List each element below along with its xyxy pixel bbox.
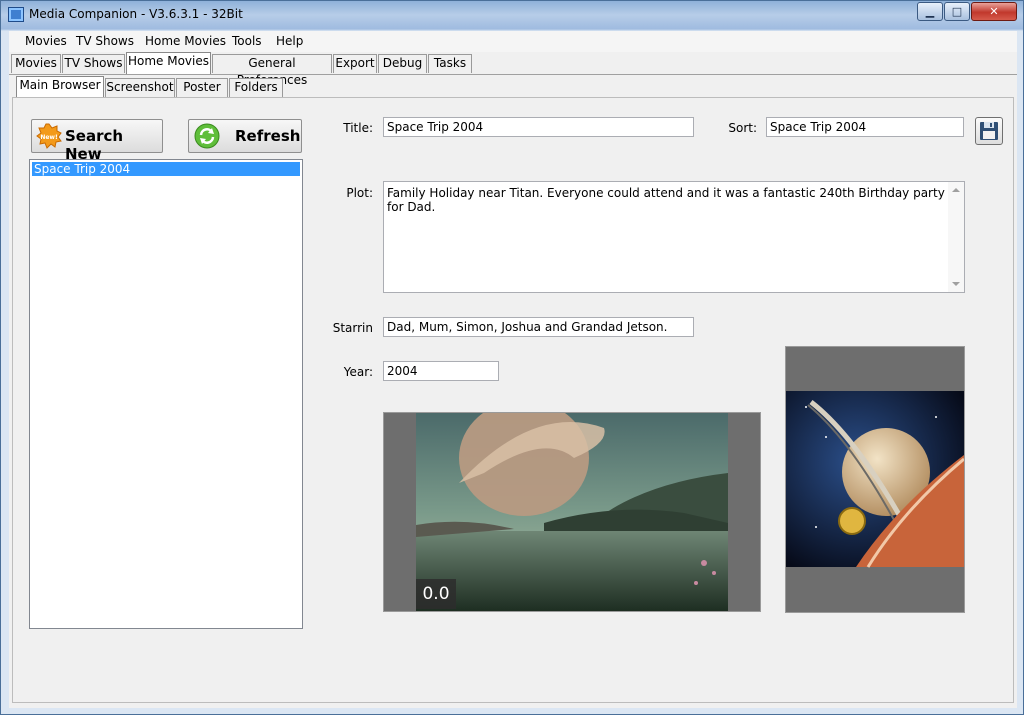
tab-home-movies[interactable]: Home Movies (126, 52, 211, 74)
tab-general-preferences[interactable]: General Preferences (212, 54, 332, 87)
plot-scrollbar[interactable] (948, 182, 964, 292)
close-button[interactable]: ✕ (971, 2, 1017, 21)
poster-image[interactable] (785, 346, 965, 613)
tab-main-browser[interactable]: Main Browser (16, 76, 104, 98)
search-new-button[interactable]: New! Search New (31, 119, 163, 163)
list-item[interactable]: Space Trip 2004 (32, 162, 300, 176)
sub-tabs: Main Browser Screenshot Poster Folders (12, 76, 1014, 98)
refresh-button[interactable]: Refresh (188, 119, 302, 153)
close-icon: ✕ (989, 5, 999, 18)
plot-textarea[interactable]: Family Holiday near Titan. Everyone coul… (383, 181, 965, 293)
minimize-button[interactable]: ▁ (917, 2, 943, 21)
title-field[interactable]: Space Trip 2004 (383, 117, 694, 137)
tab-export[interactable]: Export (333, 54, 377, 73)
refresh-icon (194, 123, 220, 149)
plot-text: Family Holiday near Titan. Everyone coul… (387, 186, 945, 214)
menu-tv-shows[interactable]: TV Shows (76, 34, 134, 48)
minimize-icon: ▁ (925, 5, 935, 18)
rating-badge: 0.0 (416, 579, 456, 609)
app-icon (8, 7, 24, 22)
tab-tasks[interactable]: Tasks (428, 54, 472, 73)
floppy-disk-icon (980, 122, 998, 140)
tab-movies[interactable]: Movies (11, 54, 61, 73)
sort-field[interactable]: Space Trip 2004 (766, 117, 964, 137)
new-badge-icon: New! (36, 123, 62, 149)
menu-bar: Movies TV Shows Home Movies Tools Help (9, 31, 1017, 52)
starrin-label: Starrin (332, 321, 373, 335)
app-window: Media Companion - V3.6.3.1 - 32Bit ▁ □ ✕… (0, 0, 1024, 715)
menu-home-movies[interactable]: Home Movies (145, 34, 226, 48)
client-area: Movies TV Shows Home Movies Tools Help M… (9, 31, 1017, 708)
save-button[interactable] (975, 117, 1003, 145)
scroll-down-icon[interactable] (952, 282, 960, 286)
plot-label: Plot: (346, 186, 373, 200)
tab-poster[interactable]: Poster (176, 78, 228, 97)
tab-debug[interactable]: Debug (378, 54, 427, 73)
scroll-up-icon[interactable] (952, 188, 960, 192)
menu-movies[interactable]: Movies (25, 34, 67, 48)
search-new-label: Search New (65, 127, 124, 163)
new-badge-text: New! (40, 134, 57, 141)
maximize-icon: □ (951, 5, 963, 18)
main-tabs: Movies TV Shows Home Movies General Pref… (9, 52, 1017, 87)
title-label: Title: (343, 121, 373, 135)
home-movie-list[interactable]: Space Trip 2004 (29, 159, 303, 629)
screenshot-image[interactable]: 0.0 (383, 412, 761, 612)
menu-help[interactable]: Help (276, 34, 303, 48)
tab-tv-shows[interactable]: TV Shows (62, 54, 125, 73)
starrin-field[interactable]: Dad, Mum, Simon, Joshua and Grandad Jets… (383, 317, 694, 337)
tab-screenshot[interactable]: Screenshot (105, 78, 175, 97)
maximize-button[interactable]: □ (944, 2, 970, 21)
menu-tools[interactable]: Tools (232, 34, 262, 48)
year-field[interactable]: 2004 (383, 361, 499, 381)
tab-folders[interactable]: Folders (229, 78, 283, 97)
sort-label: Sort: (728, 121, 757, 135)
year-label: Year: (343, 365, 373, 379)
refresh-label: Refresh (235, 127, 301, 145)
window-title: Media Companion - V3.6.3.1 - 32Bit (29, 7, 243, 21)
title-bar[interactable]: Media Companion - V3.6.3.1 - 32Bit ▁ □ ✕ (1, 1, 1023, 29)
saturn-poster-image (786, 391, 964, 568)
